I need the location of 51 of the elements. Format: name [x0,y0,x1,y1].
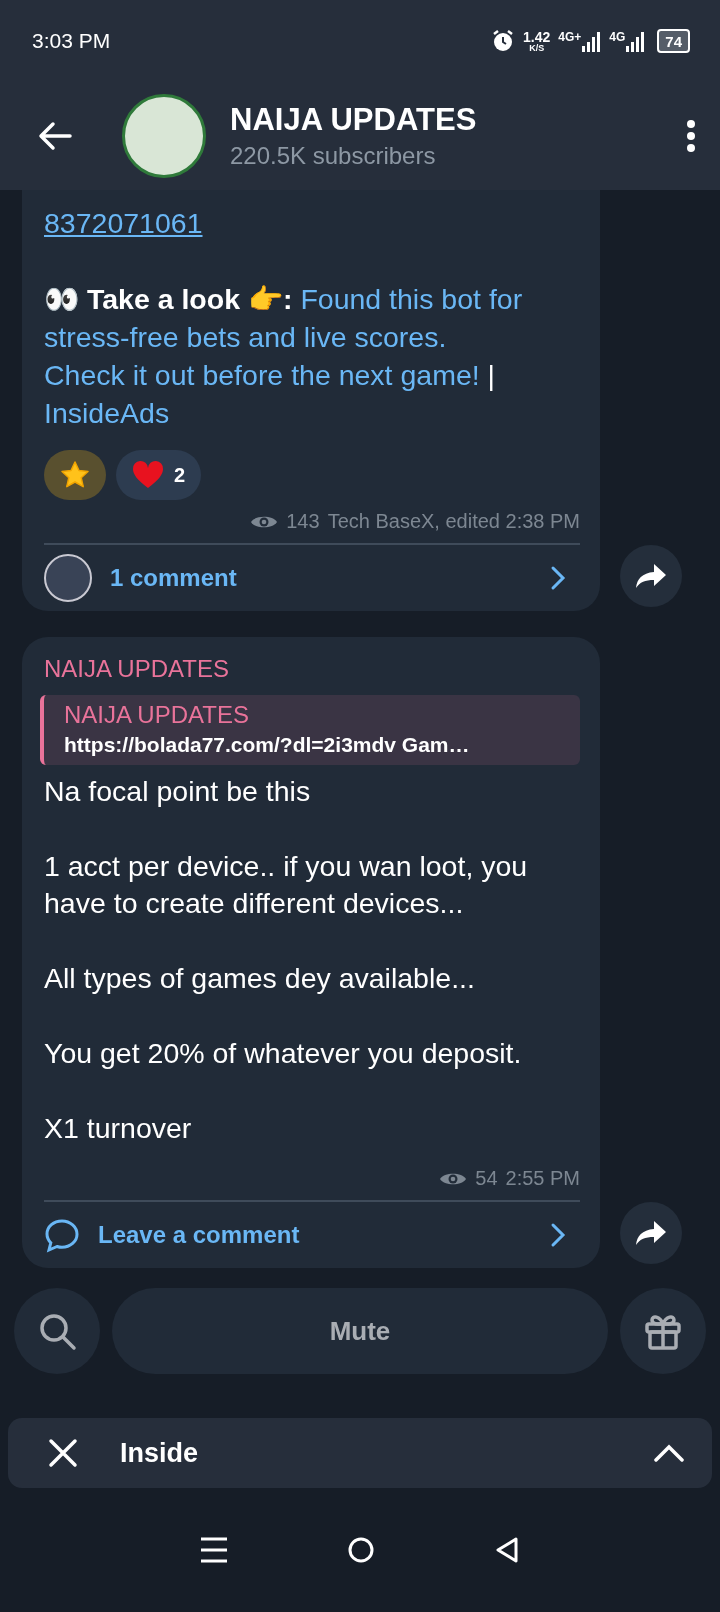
commenter-avatar [44,554,92,602]
share-arrow-icon [635,563,667,589]
message-link[interactable]: 8372071061 [44,204,203,242]
message-text: 1 acct per device.. if you wan loot, you have to create different devices... [44,849,529,921]
battery-icon: 74 [657,29,690,53]
signal-icon [581,30,602,52]
subscriber-count: 220.5K subscribers [230,142,437,170]
quote-text: https://bolada77.com/?dl=2i3mdv Gam… [64,733,471,757]
message-text: X1 turnover [44,1111,192,1146]
message-text: All types of games dey available... [44,961,475,996]
network-label: 4G [609,30,626,44]
quoted-message[interactable]: NAIJA UPDATES https://bolada77.com/?dl=2i3mdv Gam… [40,695,580,765]
chevron-right-icon [550,565,566,591]
more-icon [686,119,696,153]
home-icon [347,1536,375,1564]
message-info: 2:55 PM [505,1167,580,1190]
heart-icon [132,460,164,490]
view-count: 143 [286,510,320,533]
mute-button[interactable]: Mute [112,1288,608,1374]
view-count: 54 [475,1167,498,1190]
ad-title: Inside [120,1437,200,1469]
message-info: Tech BaseX, edited 2:38 PM [327,510,580,533]
chevron-right-icon [550,1222,566,1248]
back-triangle-icon [494,1536,521,1564]
channel-title: NAIJA UPDATES [230,102,478,138]
reaction-chip[interactable]: 2 [116,450,202,500]
network-label: 4G+ [558,30,582,44]
comments-row[interactable]: Leave a comment [44,1202,580,1268]
message-author: NAIJA UPDATES [44,655,230,683]
search-icon [37,1311,77,1351]
status-time: 3:03 PM [32,29,111,53]
message-text: You get 20% of whatever you deposit. [44,1036,522,1071]
speed-value: 1.42 [523,29,551,44]
inline-link[interactable]: Check it out before the next game! [44,359,480,391]
back-icon [38,121,72,151]
star-icon [60,460,90,490]
comments-row[interactable]: 1 comment [44,545,580,611]
speed-unit: K/S [529,43,545,53]
inline-link[interactable]: Found this bot for [300,283,523,315]
close-icon [48,1438,78,1468]
signal-icon [625,30,646,52]
chevron-up-icon [654,1444,684,1462]
message-text: 👀 Take a look 👉: Found this bot for stress-free bets and live scores. Check it out before the next game! | InsideAds [44,282,524,431]
reaction-chip[interactable] [44,450,106,500]
comment-icon [44,1217,80,1253]
message-text: Na focal point be this [44,774,311,809]
quote-author: NAIJA UPDATES [64,701,250,729]
share-arrow-icon [635,1220,667,1246]
inline-link[interactable]: InsideAds [44,397,170,429]
inline-link[interactable]: stress-free bets and live scores. [44,321,447,353]
menu-icon [199,1537,228,1563]
